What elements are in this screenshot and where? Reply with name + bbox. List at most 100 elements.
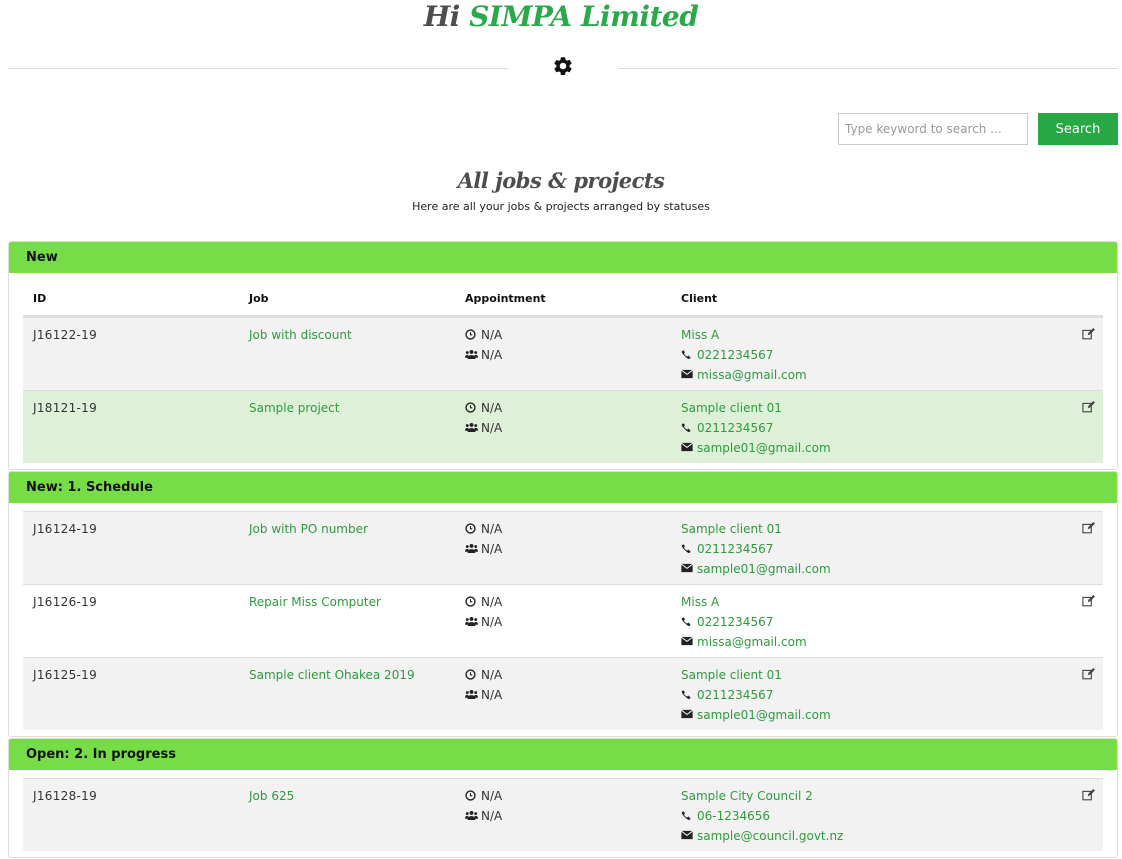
- jobs-table: J16124-19 Job with PO number N/A N/A Sam…: [9, 503, 1117, 736]
- header-divider-right: [618, 68, 1118, 69]
- envelope-icon: [681, 562, 694, 574]
- column-header-appointment: Appointment: [465, 291, 546, 305]
- clock-icon: [465, 789, 478, 801]
- appointment-time: N/A: [481, 328, 503, 342]
- client-email[interactable]: sample@council.govt.nz: [697, 829, 843, 843]
- clock-icon: [465, 328, 478, 340]
- job-id: J16124-19: [33, 522, 98, 536]
- company-name: SIMPA Limited: [469, 0, 699, 33]
- client-link[interactable]: Sample client 01: [681, 522, 782, 536]
- appointment-time: N/A: [481, 789, 503, 803]
- job-id: J18121-19: [33, 401, 98, 415]
- job-link[interactable]: Job with PO number: [249, 522, 368, 536]
- envelope-icon: [681, 829, 694, 841]
- edit-icon[interactable]: [1081, 595, 1095, 610]
- edit-icon[interactable]: [1081, 789, 1095, 804]
- job-groups: New ID Job Appointment Client J16122-19 …: [8, 241, 1118, 859]
- appointment-time: N/A: [481, 401, 503, 415]
- client-email[interactable]: sample01@gmail.com: [697, 562, 831, 576]
- client-email[interactable]: sample01@gmail.com: [697, 708, 831, 722]
- search-input[interactable]: [838, 113, 1028, 145]
- appointment-staff: N/A: [481, 615, 503, 629]
- status-group: New ID Job Appointment Client J16122-19 …: [8, 241, 1118, 470]
- phone-icon: [681, 348, 694, 360]
- appointment-time: N/A: [481, 595, 503, 609]
- appointment-time: N/A: [481, 522, 503, 536]
- page-title: All jobs & projects: [457, 168, 665, 193]
- phone-icon: [681, 421, 694, 433]
- appointment-time: N/A: [481, 668, 503, 682]
- appointment-staff: N/A: [481, 688, 503, 702]
- appointment-staff: N/A: [481, 421, 503, 435]
- client-phone[interactable]: 0211234567: [697, 421, 773, 435]
- page-subtitle: Here are all your jobs & projects arrang…: [412, 200, 710, 213]
- edit-icon[interactable]: [1081, 522, 1095, 537]
- status-group: New: 1. Schedule J16124-19 Job with PO n…: [8, 471, 1118, 737]
- client-link[interactable]: Sample client 01: [681, 668, 782, 682]
- envelope-icon: [681, 635, 694, 647]
- phone-icon: [681, 542, 694, 554]
- users-icon: [465, 809, 478, 821]
- job-link[interactable]: Job with discount: [249, 328, 352, 342]
- job-link[interactable]: Job 625: [249, 789, 294, 803]
- appointment-staff: N/A: [481, 542, 503, 556]
- client-phone[interactable]: 0221234567: [697, 615, 773, 629]
- table-header: ID Job Appointment Client: [23, 281, 1103, 317]
- jobs-table: J16128-19 Job 625 N/A N/A Sample City Co…: [9, 770, 1117, 857]
- clock-icon: [465, 668, 478, 680]
- greeting-title: Hi SIMPA Limited: [0, 0, 1122, 34]
- jobs-table: ID Job Appointment Client J16122-19 Job …: [9, 273, 1117, 469]
- client-phone[interactable]: 0211234567: [697, 688, 773, 702]
- appointment-staff: N/A: [481, 348, 503, 362]
- gear-icon: [554, 57, 572, 75]
- job-link[interactable]: Sample client Ohakea 2019: [249, 668, 415, 682]
- status-group: Open: 2. In progress J16128-19 Job 625 N…: [8, 738, 1118, 858]
- clock-icon: [465, 595, 478, 607]
- table-row: J16128-19 Job 625 N/A N/A Sample City Co…: [23, 778, 1103, 851]
- table-row: J16126-19 Repair Miss Computer N/A N/A M…: [23, 584, 1103, 657]
- users-icon: [465, 421, 478, 433]
- status-group-title: New: 1. Schedule: [9, 472, 1117, 503]
- clock-icon: [465, 401, 478, 413]
- users-icon: [465, 348, 478, 360]
- edit-icon[interactable]: [1081, 401, 1095, 416]
- users-icon: [465, 615, 478, 627]
- job-id: J16122-19: [33, 328, 98, 342]
- phone-icon: [681, 809, 694, 821]
- column-header-id: ID: [33, 291, 47, 305]
- client-phone[interactable]: 06-1234656: [697, 809, 770, 823]
- client-email[interactable]: missa@gmail.com: [697, 368, 807, 382]
- job-id: J16128-19: [33, 789, 98, 803]
- edit-icon[interactable]: [1081, 328, 1095, 343]
- greeting-hi: Hi: [423, 0, 461, 33]
- client-phone[interactable]: 0211234567: [697, 542, 773, 556]
- users-icon: [465, 542, 478, 554]
- envelope-icon: [681, 708, 694, 720]
- envelope-icon: [681, 441, 694, 453]
- column-header-client: Client: [681, 291, 718, 305]
- phone-icon: [681, 615, 694, 627]
- job-id: J16125-19: [33, 668, 98, 682]
- job-link[interactable]: Repair Miss Computer: [249, 595, 381, 609]
- client-link[interactable]: Sample City Council 2: [681, 789, 813, 803]
- client-email[interactable]: missa@gmail.com: [697, 635, 807, 649]
- status-group-title: Open: 2. In progress: [9, 739, 1117, 770]
- table-row: J16125-19 Sample client Ohakea 2019 N/A …: [23, 657, 1103, 730]
- client-email[interactable]: sample01@gmail.com: [697, 441, 831, 455]
- client-link[interactable]: Sample client 01: [681, 401, 782, 415]
- job-id: J16126-19: [33, 595, 98, 609]
- edit-icon[interactable]: [1081, 668, 1095, 683]
- client-phone[interactable]: 0221234567: [697, 348, 773, 362]
- table-row: J16124-19 Job with PO number N/A N/A Sam…: [23, 511, 1103, 584]
- search-button[interactable]: Search: [1038, 113, 1118, 145]
- status-group-title: New: [9, 242, 1117, 273]
- settings-button[interactable]: [550, 54, 576, 78]
- clock-icon: [465, 522, 478, 534]
- job-link[interactable]: Sample project: [249, 401, 339, 415]
- client-link[interactable]: Miss A: [681, 328, 719, 342]
- envelope-icon: [681, 368, 694, 380]
- table-row: J16122-19 Job with discount N/A N/A Miss…: [23, 317, 1103, 390]
- header-divider-left: [8, 68, 508, 69]
- users-icon: [465, 688, 478, 700]
- client-link[interactable]: Miss A: [681, 595, 719, 609]
